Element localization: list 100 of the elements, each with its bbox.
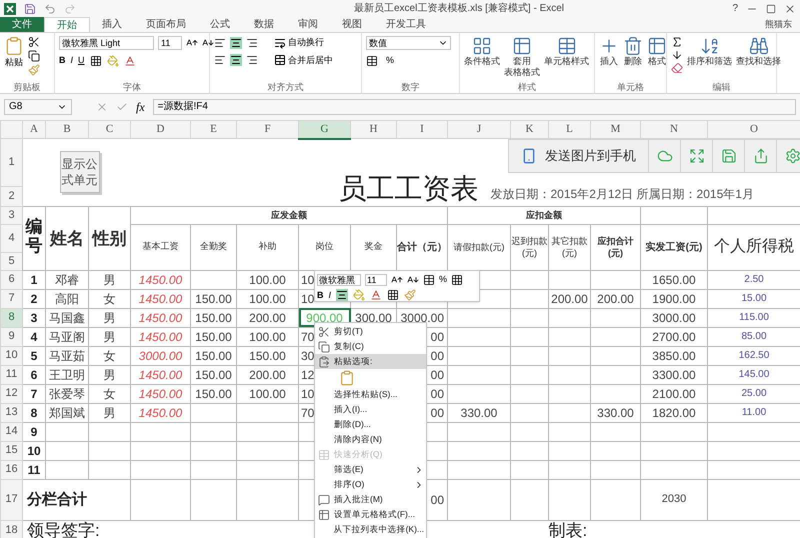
menu-item[interactable]: 选择性粘贴(S)... <box>315 387 426 402</box>
total-label: 分栏合计 <box>27 490 87 508</box>
column-letter[interactable]: H <box>370 123 378 136</box>
italic-button[interactable]: I <box>70 54 74 68</box>
cut-icon[interactable] <box>28 36 40 48</box>
formula-field[interactable]: =源数据!F4 <box>152 99 796 115</box>
menu-item[interactable]: 排序(O) <box>315 477 426 492</box>
italic-button[interactable]: I <box>328 288 332 302</box>
menu-item[interactable]: 清除内容(N) <box>315 432 426 447</box>
share-icon[interactable] <box>752 148 768 164</box>
underline-button[interactable]: U <box>78 54 85 68</box>
font-name-field[interactable]: 微软雅黑 Light <box>59 36 154 50</box>
font-size-field[interactable]: 11 <box>365 274 387 286</box>
style-button[interactable]: 单元格样式 <box>544 36 589 67</box>
edit-button[interactable]: 查找和选择 <box>736 36 781 67</box>
column-letter[interactable]: I <box>420 123 424 136</box>
column-letter[interactable]: D <box>156 123 164 136</box>
show-formula-button[interactable]: 显示公式单元 <box>60 151 100 193</box>
cell-button[interactable]: 插入 <box>599 36 619 67</box>
column-letter[interactable]: O <box>750 123 758 136</box>
column-letter[interactable]: M <box>610 123 620 136</box>
column-letter[interactable]: L <box>566 123 573 136</box>
copy-icon[interactable] <box>28 50 40 62</box>
table-cell: 张爱琴 <box>46 384 88 403</box>
menu-item[interactable]: 插入(I)... <box>315 402 426 417</box>
send-to-phone-button[interactable]: 发送图片到手机 <box>509 140 649 172</box>
merge-center-button[interactable]: 合并后居中 <box>274 54 333 67</box>
save-icon[interactable] <box>720 148 736 164</box>
phone-icon <box>521 148 537 164</box>
undo-icon[interactable] <box>44 2 56 14</box>
percent-button[interactable]: % <box>439 273 448 286</box>
cancel-icon[interactable] <box>96 101 108 113</box>
font-color-icon[interactable] <box>370 289 382 302</box>
sum-icon[interactable] <box>671 36 683 48</box>
menu-item[interactable]: 粘贴选项: <box>315 354 426 369</box>
ribbon-tab[interactable]: 数据 <box>242 17 286 32</box>
border-icon[interactable] <box>387 289 400 302</box>
table-cell: 9 <box>22 422 46 441</box>
font-color-icon[interactable] <box>124 54 136 67</box>
align-center-icon[interactable] <box>336 289 348 302</box>
ribbon-tab[interactable]: 公式 <box>198 17 242 32</box>
number-format-field[interactable]: 数值 <box>366 36 451 50</box>
enter-icon[interactable] <box>116 101 128 113</box>
ribbon-tab[interactable]: 页面布局 <box>134 17 198 32</box>
close-icon[interactable] <box>784 2 796 14</box>
cloud-icon[interactable] <box>656 148 672 164</box>
fill-icon[interactable] <box>671 49 683 61</box>
name-box[interactable]: G8 <box>4 99 72 115</box>
expand-icon[interactable] <box>688 148 704 164</box>
ribbon-tab[interactable]: 开发工具 <box>374 17 438 32</box>
menu-item[interactable]: 从下拉列表中选择(K)... <box>315 522 426 537</box>
table-cell: 150.00 <box>190 327 236 346</box>
column-letter[interactable]: G <box>320 123 328 135</box>
menu-item[interactable]: 剪切(T) <box>315 324 426 339</box>
group-label: 数字 <box>400 81 420 93</box>
clear-icon[interactable] <box>671 62 683 74</box>
bold-button[interactable]: B <box>59 54 66 68</box>
align-left-icon[interactable] <box>214 54 226 66</box>
menu-item[interactable]: 筛选(E) <box>315 462 426 477</box>
align-center-icon[interactable] <box>230 54 242 66</box>
ribbon-tab[interactable]: 审阅 <box>286 17 330 32</box>
font-size-field[interactable]: 11 <box>158 36 182 50</box>
maximize-icon[interactable] <box>766 4 776 14</box>
ribbon-tab[interactable]: 视图 <box>330 17 374 32</box>
menu-item[interactable]: 删除(D)... <box>315 417 426 432</box>
menu-item[interactable]: 复制(C) <box>315 339 426 354</box>
font-name-field[interactable]: 微软雅黑 <box>317 274 361 286</box>
bold-button[interactable]: B <box>317 288 324 302</box>
table-cell: 330.00 <box>448 403 510 422</box>
edit-button[interactable]: 排序和筛选 <box>687 36 732 67</box>
cell-button[interactable]: 删除 <box>623 36 643 67</box>
column-letter[interactable]: B <box>63 123 71 136</box>
function-button[interactable]: fx <box>136 98 145 116</box>
help-button[interactable]: ? <box>732 1 738 16</box>
menu-item[interactable]: 设置单元格格式(F)... <box>315 507 426 522</box>
column-letter[interactable]: C <box>106 123 114 136</box>
ribbon-tab[interactable]: 插入 <box>90 17 134 32</box>
ribbon-tab[interactable]: 开始 <box>44 17 90 32</box>
menu-item[interactable]: 插入批注(M) <box>315 492 426 507</box>
style-button[interactable]: 条件格式 <box>464 36 500 67</box>
align-middle-icon[interactable] <box>230 36 242 49</box>
paste-button[interactable]: 粘贴 <box>4 36 24 70</box>
align-right-icon[interactable] <box>246 54 258 66</box>
wrap-text-button[interactable]: 自动换行 <box>274 36 324 50</box>
column-letter[interactable]: J <box>476 123 482 136</box>
column-letter[interactable]: E <box>210 123 217 136</box>
column-letter[interactable]: F <box>264 123 271 136</box>
save-icon[interactable] <box>24 2 36 14</box>
settings-icon[interactable] <box>784 148 800 164</box>
grid-icon <box>472 36 492 56</box>
ribbon-tab[interactable]: 文件 <box>0 17 44 32</box>
column-letter[interactable]: K <box>526 123 534 136</box>
column-letter[interactable]: N <box>670 123 678 136</box>
fill-color-icon[interactable] <box>353 289 366 302</box>
paste-option-icon[interactable] <box>339 370 355 386</box>
cell-button[interactable]: 格式 <box>647 36 667 67</box>
fill-color-icon[interactable] <box>106 54 119 67</box>
style-button[interactable]: 套用 表格格式 <box>504 36 540 78</box>
percent-button[interactable]: % <box>386 54 394 68</box>
border-icon[interactable] <box>90 54 102 67</box>
